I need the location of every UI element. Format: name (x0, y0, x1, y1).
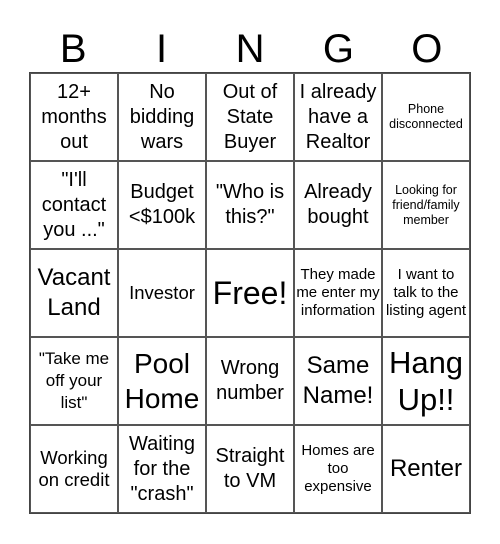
header-letter-i: I (156, 27, 168, 71)
header-letter-g: G (322, 27, 354, 71)
bingo-cell[interactable]: Investor (118, 249, 206, 337)
bingo-cell[interactable]: I want to talk to the listing agent (382, 249, 470, 337)
free-space-cell[interactable]: Free! (206, 249, 294, 337)
bingo-cell[interactable]: Already bought (294, 161, 382, 249)
bingo-cell[interactable]: Budget <$100k (118, 161, 206, 249)
bingo-cell[interactable]: Renter (382, 425, 470, 513)
bingo-cell[interactable]: "I'll contact you ..." (30, 161, 118, 249)
bingo-cell[interactable]: Wrong number (206, 337, 294, 425)
bingo-cell[interactable]: Hang Up!! (382, 337, 470, 425)
header-letter-b: B (59, 27, 87, 71)
header-letter-o: O (411, 27, 443, 71)
bingo-cell[interactable]: Same Name! (294, 337, 382, 425)
bingo-cell[interactable]: Waiting for the "crash" (118, 425, 206, 513)
bingo-cell[interactable]: Vacant Land (30, 249, 118, 337)
bingo-cell[interactable]: Out of State Buyer (206, 73, 294, 161)
bingo-cell[interactable]: Looking for friend/family member (382, 161, 470, 249)
bingo-grid: 12+ months out No bidding wars Out of Stat… (29, 72, 471, 514)
bingo-cell[interactable]: "Take me off your list" (30, 337, 118, 425)
bingo-cell[interactable]: They made me enter my information (294, 249, 382, 337)
bingo-cell[interactable]: Pool Home (118, 337, 206, 425)
bingo-cell[interactable]: Straight to VM (206, 425, 294, 513)
bingo-cell[interactable]: 12+ months out (30, 73, 118, 161)
bingo-header: B I N G O (29, 26, 471, 72)
bingo-cell[interactable]: Phone disconnected (382, 73, 470, 161)
bingo-cell[interactable]: I already have a Realtor (294, 73, 382, 161)
header-letter-n: N (235, 27, 265, 71)
bingo-cell[interactable]: No bidding wars (118, 73, 206, 161)
bingo-cell[interactable]: Homes are too expensive (294, 425, 382, 513)
bingo-cell[interactable]: "Who is this?" (206, 161, 294, 249)
bingo-cell[interactable]: Working on credit (30, 425, 118, 513)
